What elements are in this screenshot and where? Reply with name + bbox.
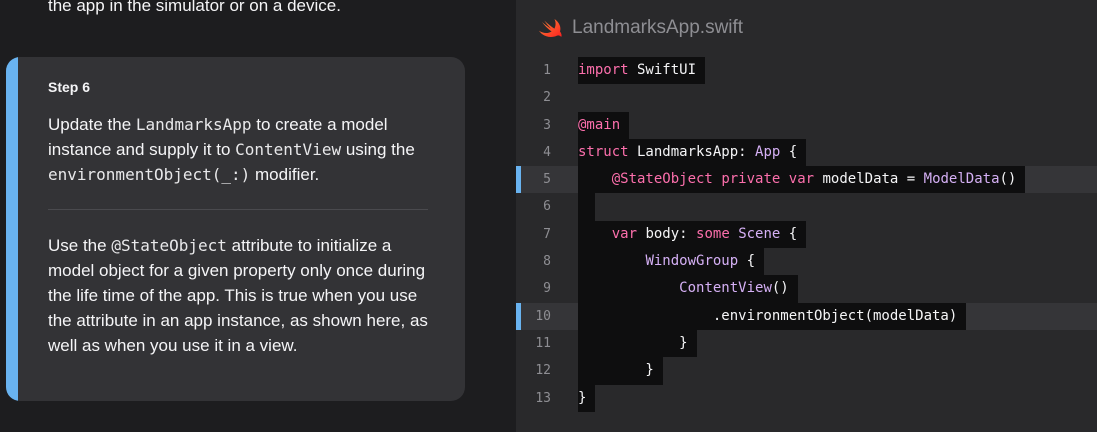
line-number: 7 (543, 226, 551, 242)
code-token: LandmarksApp: (628, 143, 756, 160)
step-explanation: Use the @StateObject attribute to initia… (48, 233, 428, 358)
code-text: @main (578, 111, 630, 139)
code-line: 13} (516, 384, 1097, 412)
code-token: Scene (738, 225, 781, 242)
code-text (578, 193, 596, 221)
code-text: .environmentObject(modelData) (578, 302, 967, 330)
code-token: } (578, 334, 688, 351)
line-number: 13 (535, 390, 551, 406)
code-token: modelData = (814, 171, 924, 188)
step-active-indicator (6, 57, 18, 401)
code-token: SwiftUI (628, 62, 697, 78)
code-token: var (788, 171, 815, 188)
code-token: } (578, 389, 587, 406)
code-text: } (578, 384, 596, 412)
code-term-stateobject: @StateObject (111, 236, 227, 255)
code-line: 11 } (516, 329, 1097, 358)
line-number: 9 (543, 281, 551, 297)
tutorial-steps-panel: the app in the simulator or on a device.… (0, 0, 516, 432)
code-token: @main (578, 116, 621, 133)
line-number: 8 (543, 254, 551, 270)
instruction-text: modifier. (250, 165, 320, 184)
step-card[interactable]: Step 6 Update the LandmarksApp to create… (6, 57, 465, 401)
code-line: 10 .environmentObject(modelData) (516, 302, 1097, 331)
code-token: body: (637, 225, 697, 242)
line-number: 3 (543, 117, 551, 133)
line-number: 2 (543, 90, 551, 106)
code-token: some (696, 225, 730, 242)
line-number: 4 (543, 144, 551, 160)
code-text: var body: some Scene { (578, 220, 807, 249)
code-line: 1 import SwiftUI (516, 57, 1097, 85)
line-number: 11 (535, 335, 551, 351)
file-name: LandmarksApp.swift (572, 17, 744, 38)
explanation-text: Use the (48, 236, 112, 255)
code-token: () (771, 280, 789, 297)
step-body: Update the LandmarksApp to create a mode… (48, 112, 428, 358)
code-text: } (578, 329, 697, 358)
previous-step-text: the app in the simulator or on a device. (48, 0, 341, 15)
code-line: 5 @StateObject private var modelData = M… (516, 166, 1097, 194)
code-token: @StateObject (611, 171, 713, 188)
code-token: import (578, 62, 629, 78)
line-number: 12 (535, 363, 551, 379)
code-term-environmentobject: environmentObject(_:) (48, 165, 251, 184)
code-token: private (721, 171, 781, 188)
instruction-text: using the (341, 140, 415, 159)
code-text: struct LandmarksApp: App { (578, 138, 807, 167)
code-token: ContentView (679, 280, 772, 297)
line-number: 6 (543, 199, 551, 215)
code-token: App (755, 143, 781, 160)
code-token: () (999, 171, 1017, 188)
step-divider (48, 209, 428, 210)
line-number: 5 (543, 172, 551, 188)
code-text: import SwiftUI (578, 57, 706, 85)
code-line: 12 } (516, 357, 1097, 385)
code-term-contentview: ContentView (235, 140, 342, 159)
code-token: struct (578, 143, 629, 160)
code-text: } (578, 357, 663, 385)
code-token: { (780, 225, 798, 242)
code-line: 2 (516, 84, 1097, 111)
line-number: 10 (535, 308, 551, 324)
code-line: 3 @main (516, 111, 1097, 139)
code-token: WindowGroup (645, 253, 739, 270)
file-header: LandmarksApp.swift (538, 14, 743, 42)
code-preview-panel: LandmarksApp.swift 1 import SwiftUI 2 3 @mai… (516, 0, 1097, 432)
code-text: WindowGroup { (578, 248, 765, 276)
code-token: ModelData (923, 171, 1000, 188)
line-number: 1 (543, 63, 551, 78)
step-label: Step 6 (48, 79, 91, 95)
code-line: 6 (516, 193, 1097, 221)
code-text: @StateObject private var modelData = Mod… (578, 166, 1026, 194)
code-token: .environmentObject(modelData) (578, 307, 958, 324)
code-line: 8 WindowGroup { (516, 248, 1097, 276)
swift-logo-icon (539, 19, 562, 38)
code-token: var (611, 225, 638, 242)
code-line: 9 ContentView() (516, 275, 1097, 303)
code-line: 4 struct LandmarksApp: App { (516, 138, 1097, 167)
step-instruction: Update the LandmarksApp to create a mode… (48, 112, 428, 187)
code-token: } (578, 362, 654, 379)
code-line: 7 var body: some Scene { (516, 220, 1097, 249)
code-text: ContentView() (578, 275, 798, 303)
code-token: { (780, 143, 798, 160)
code-token: { (738, 253, 756, 270)
code-listing: 1 import SwiftUI 2 3 @main 4 struct LandmarksA… (516, 57, 1097, 412)
instruction-text: Update the (48, 115, 136, 134)
code-term-landmarksapp: LandmarksApp (135, 115, 252, 134)
